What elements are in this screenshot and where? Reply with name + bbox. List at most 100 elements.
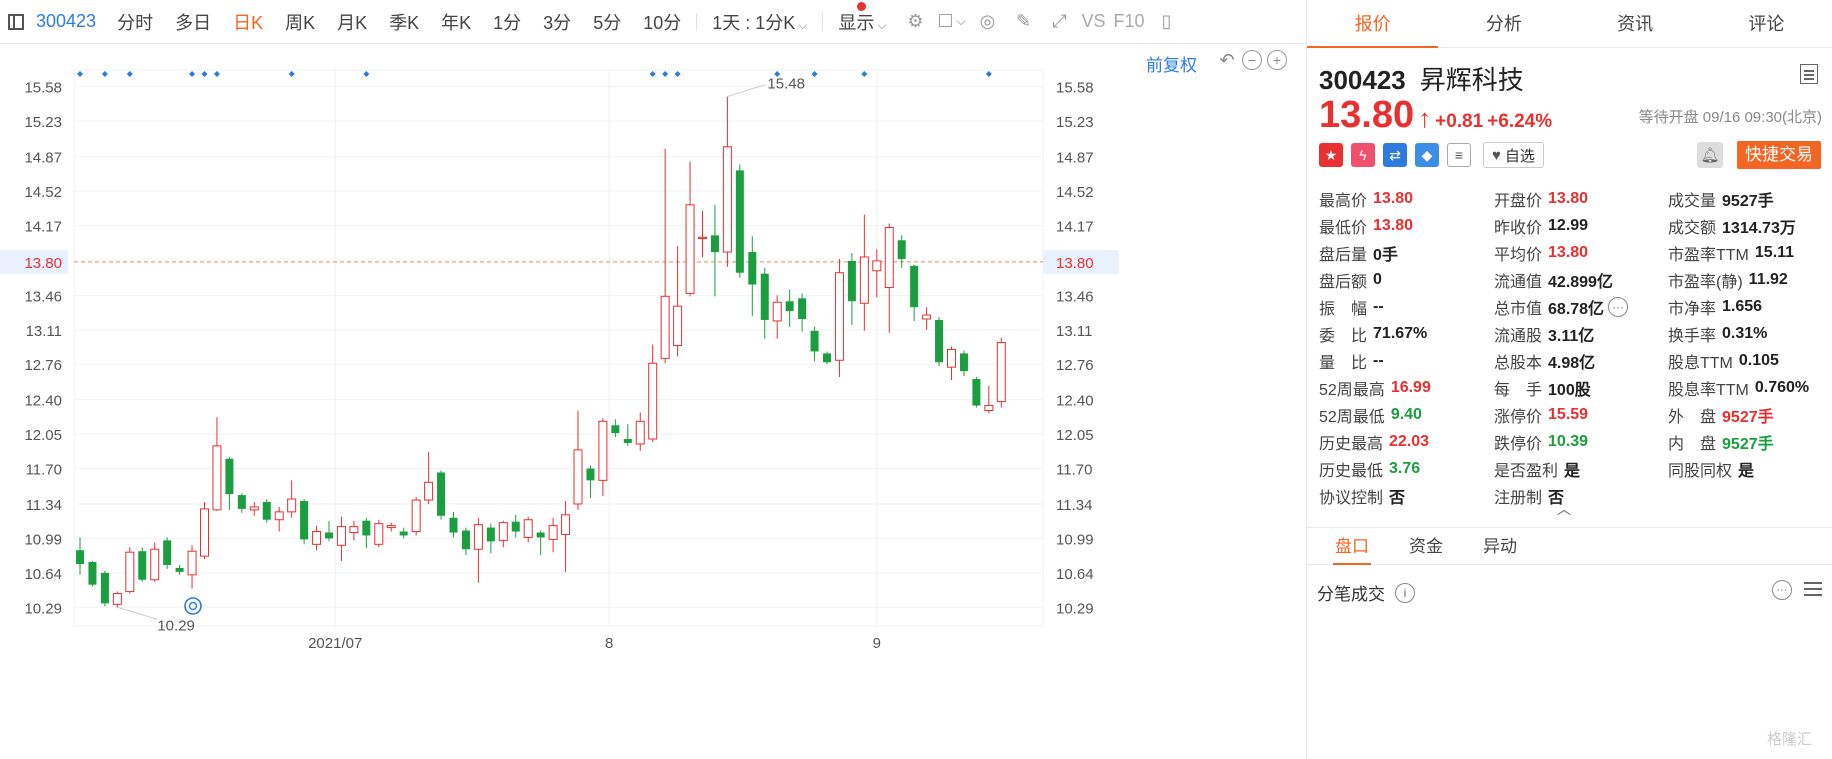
candle-body-up	[411, 499, 421, 533]
sub-tab[interactable]: 异动	[1463, 528, 1537, 564]
y-tick-label-right: 11.70	[1056, 462, 1092, 479]
period-tab[interactable]: 分时	[106, 9, 164, 35]
more-icon[interactable]: ···	[1608, 296, 1629, 317]
overlay-select-icon[interactable]: ☐ ⌵	[937, 9, 965, 35]
quick-trade-button[interactable]: 快捷交易	[1737, 141, 1821, 169]
camera-icon[interactable]: ◎	[974, 9, 1000, 35]
stat-label: 流通值	[1494, 273, 1543, 291]
y-tick-label-left: 10.99	[24, 531, 62, 548]
period-select[interactable]: 1天 : 1分K ⌵	[701, 9, 818, 35]
draw-icon[interactable]: ✎	[1010, 9, 1036, 35]
period-tab[interactable]: 周K	[274, 9, 326, 35]
panel-tab[interactable]: 报价	[1307, 0, 1439, 48]
bell-icon[interactable]: 🔔︎	[1697, 142, 1723, 168]
period-tab[interactable]: 1分	[482, 9, 532, 35]
sub-tab[interactable]: 资金	[1389, 528, 1463, 564]
candle-body-up	[698, 236, 707, 239]
heart-icon: ♥	[1492, 146, 1501, 164]
y-tick-label-right: 13.46	[1056, 288, 1094, 305]
stats-row: 量 比 -- 总股本 4.98亿 股息TTM 0.105	[1319, 347, 1829, 374]
stat-value: 42.899亿	[1548, 273, 1613, 291]
period-tab[interactable]: 10分	[632, 9, 692, 35]
stock-code: 300423	[1319, 65, 1406, 95]
candle-body-up	[200, 508, 209, 557]
note-icon[interactable]: ≡	[1447, 143, 1471, 167]
stat-label: 市盈率TTM	[1668, 246, 1749, 264]
candle-body-up	[561, 514, 571, 535]
zoom-in-icon[interactable]: +	[1267, 50, 1287, 70]
lightning-icon[interactable]: ϟ	[1351, 143, 1375, 167]
candle-body-up	[648, 362, 658, 440]
sub-tab[interactable]: 盘口	[1315, 528, 1389, 565]
notification-dot	[857, 2, 866, 11]
period-tab[interactable]: 多日	[164, 9, 222, 35]
candle-body-down	[163, 540, 172, 565]
collapse-icon[interactable]: ︿	[1557, 499, 1571, 519]
period-tab[interactable]: 季K	[378, 9, 430, 35]
stat-label: 外 盘	[1668, 408, 1717, 426]
panel-tab[interactable]: 资讯	[1570, 0, 1701, 47]
candle-body-up	[548, 525, 558, 540]
side-panel-icon[interactable]: ▯	[1154, 9, 1180, 35]
stat-value: 16.99	[1390, 378, 1431, 396]
tick-trades-header: 分笔成交 i	[1317, 580, 1415, 605]
candle-body-down	[486, 527, 495, 542]
stat-label: 最低价	[1319, 219, 1368, 237]
stat-cell: 股息TTM 0.105	[1668, 349, 1828, 373]
more-icon[interactable]: ···	[1772, 580, 1792, 600]
y-tick-label-right: 12.76	[1056, 357, 1094, 374]
stock-code-link[interactable]: 300423	[28, 11, 106, 32]
info-icon[interactable]: i	[1395, 582, 1415, 603]
stat-cell: 委 比 71.67%	[1319, 322, 1494, 346]
event-marker	[985, 71, 992, 77]
stat-cell: 最低价 13.80	[1319, 214, 1494, 238]
fullscreen-icon[interactable]: ⤢	[1046, 9, 1072, 35]
kline-svg[interactable]: 15.58 15.58 15.23 15.23 14.87 14.87 14.52 14.52…	[0, 44, 1306, 759]
stat-cell: 协议控制否	[1319, 484, 1494, 508]
period-tab[interactable]: 年K	[430, 9, 482, 35]
display-select-label: 显示	[838, 12, 875, 33]
stat-cell: 注册制否	[1494, 484, 1668, 508]
stat-label: 历史最高	[1319, 435, 1384, 453]
panel-toggle-icon[interactable]	[8, 13, 24, 30]
period-tab[interactable]: 5分	[582, 9, 632, 35]
stat-cell: 成交额 1314.73万	[1668, 214, 1828, 238]
stat-label: 市净率	[1668, 300, 1717, 318]
panel-tab[interactable]: 分析	[1438, 0, 1569, 47]
china-flag-icon[interactable]: ★	[1319, 143, 1343, 167]
event-marker	[213, 71, 220, 77]
candle-body-down	[748, 252, 757, 285]
f10-button[interactable]: F10	[1110, 11, 1149, 32]
stat-value: 13.80	[1548, 189, 1589, 207]
stat-value: 100股	[1548, 381, 1591, 399]
document-icon[interactable]	[1800, 64, 1818, 84]
stat-cell: 振 幅 --	[1319, 295, 1494, 319]
period-tab[interactable]: 月K	[326, 9, 378, 35]
x-tick-label: 8	[605, 635, 613, 652]
tag-icon[interactable]: ◆	[1415, 143, 1439, 167]
candle-body-up	[125, 551, 135, 593]
display-select[interactable]: 显示 ⌵	[827, 9, 897, 35]
zoom-out-icon[interactable]: −	[1242, 50, 1262, 70]
candle-body-down	[511, 521, 520, 532]
shuffle-icon[interactable]: ⇄	[1383, 143, 1407, 167]
period-tab[interactable]: 日K	[222, 9, 274, 35]
reset-icon[interactable]: ↶	[1217, 50, 1237, 70]
event-marker	[674, 71, 681, 77]
stat-cell: 总市值 68.78亿 ···	[1494, 295, 1668, 319]
menu-icon[interactable]	[1804, 582, 1822, 584]
candle-body-down	[325, 532, 333, 539]
settings-icon[interactable]: ⚙	[902, 9, 928, 35]
period-tab[interactable]: 3分	[532, 9, 582, 35]
stat-cell: 历史最低 3.76	[1319, 457, 1494, 481]
y-tick-label-right: 15.23	[1056, 114, 1094, 131]
panel-tab[interactable]: 评论	[1701, 0, 1832, 47]
candle-body-up	[872, 260, 882, 272]
candle-body-up	[212, 445, 222, 511]
stat-value: 71.67%	[1373, 324, 1428, 342]
add-watchlist-button[interactable]: ♥ 自选	[1483, 142, 1544, 168]
adjust-toggle[interactable]: 前复权	[1146, 51, 1197, 76]
kline-chart[interactable]: 15.58 15.58 15.23 15.23 14.87 14.87 14.52 14.52…	[0, 44, 1306, 759]
vs-compare-button[interactable]: VS	[1077, 11, 1109, 32]
candle-body-down	[449, 517, 458, 533]
